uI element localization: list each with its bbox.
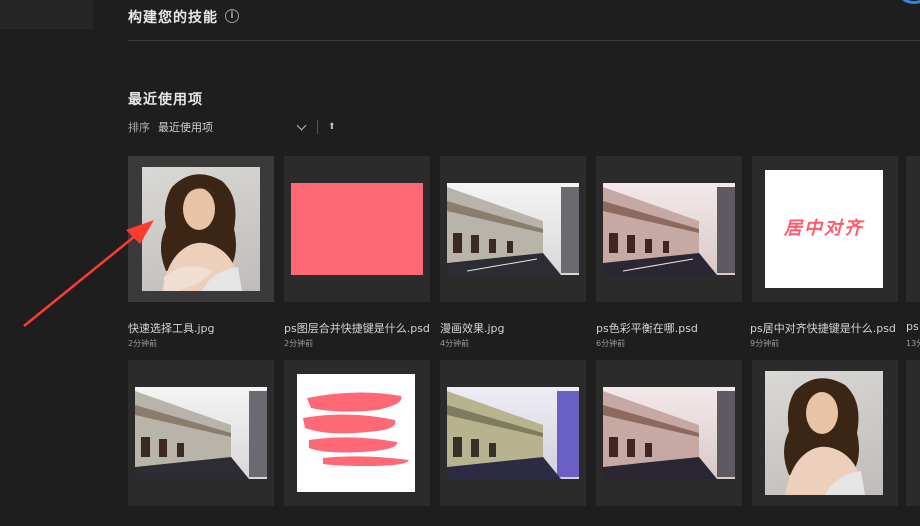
file-card-4[interactable] xyxy=(596,156,742,302)
file-name[interactable]: ps居中对齐快捷键是什么.psd xyxy=(750,320,896,336)
file-name[interactable]: 漫画效果.jpg xyxy=(440,320,505,336)
street-photo-warm-thumbnail xyxy=(603,387,735,479)
chevron-down-icon[interactable] xyxy=(296,120,307,130)
sidebar xyxy=(0,0,93,29)
file-card-5[interactable]: 居中对齐 xyxy=(752,156,898,302)
centered-text-thumbnail: 居中对齐 xyxy=(765,170,883,288)
file-card-2[interactable] xyxy=(284,156,430,302)
file-time: 2分钟前 xyxy=(128,339,158,348)
info-icon[interactable]: i xyxy=(225,9,239,23)
file-card-11[interactable] xyxy=(752,360,898,506)
file-time: 13分 xyxy=(906,339,920,348)
pink-rectangle-thumbnail xyxy=(291,183,423,275)
woman-photo-thumbnail xyxy=(142,167,260,291)
sort-label: 排序 xyxy=(128,121,150,134)
file-name[interactable]: 快速选择工具.jpg xyxy=(128,320,215,336)
file-card-3[interactable] xyxy=(440,156,586,302)
file-card-1[interactable] xyxy=(128,156,274,302)
file-time: 6分钟前 xyxy=(596,339,626,348)
file-card-7[interactable] xyxy=(128,360,274,506)
pink-brush-strokes-thumbnail xyxy=(297,374,415,492)
street-photo-warm-thumbnail xyxy=(603,183,735,275)
file-card-6-partial[interactable] xyxy=(906,156,920,302)
file-time: 2分钟前 xyxy=(284,339,314,348)
thumbnail-text: 居中对齐 xyxy=(784,218,864,239)
file-name[interactable]: ps色彩平衡在哪.psd xyxy=(596,320,698,336)
skills-section-title: 构建您的技能 xyxy=(128,10,218,26)
profile-ring-icon[interactable] xyxy=(894,0,920,4)
file-card-9[interactable] xyxy=(440,360,586,506)
file-time: 9分钟前 xyxy=(750,339,780,348)
sort-dropdown-value[interactable]: 最近使用项 xyxy=(158,119,298,135)
street-photo-purple-thumbnail xyxy=(447,387,579,479)
sort-direction-arrow-icon[interactable]: ⬆ xyxy=(328,122,336,132)
sort-control: 排序 最近使用项 ⬆ xyxy=(128,120,336,134)
recent-section-title: 最近使用项 xyxy=(128,92,203,108)
street-photo-thumbnail xyxy=(135,387,267,479)
street-photo-thumbnail xyxy=(447,183,579,275)
file-card-10[interactable] xyxy=(596,360,742,506)
woman-photo-thumbnail xyxy=(765,371,883,495)
file-card-8[interactable] xyxy=(284,360,430,506)
file-card-12-partial[interactable] xyxy=(906,360,920,506)
file-name[interactable]: ps图层合并快捷键是什么.psd xyxy=(284,320,430,336)
file-time: 4分钟前 xyxy=(440,339,470,348)
section-divider xyxy=(128,40,920,41)
sort-separator xyxy=(317,120,318,134)
file-name[interactable]: ps xyxy=(906,320,919,333)
